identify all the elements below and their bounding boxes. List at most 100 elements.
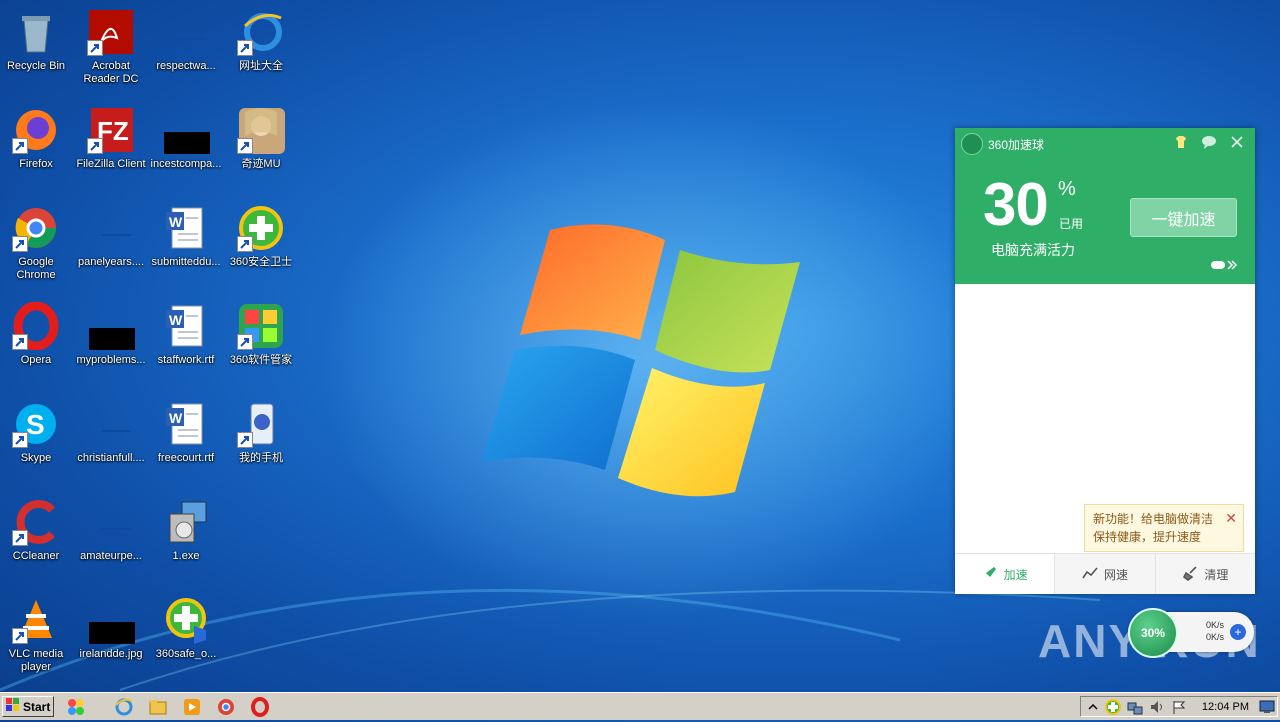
desktop-icon-amateurpe[interactable]: amateurpe... xyxy=(73,494,149,586)
tab-clean[interactable]: 清理 xyxy=(1154,554,1255,594)
tooltip-line-2: 保持健康，提升速度 xyxy=(1093,530,1202,544)
desktop-icon-panelyears[interactable]: panelyears.... xyxy=(73,200,149,292)
shortcut-arrow-icon xyxy=(87,138,103,154)
360-software-manager-icon xyxy=(237,302,285,350)
desktop-icon-filezilla[interactable]: FZ FileZilla Client xyxy=(73,102,149,194)
desktop-icon-1exe[interactable]: 1.exe xyxy=(148,494,224,586)
desktop-icon-incestcompa[interactable]: incestcompa... xyxy=(148,102,224,194)
desktop-icon-respectwa[interactable]: respectwa... xyxy=(148,4,224,96)
tab-network-speed[interactable]: 网速 xyxy=(1054,554,1155,594)
tab-boost[interactable]: 加速 xyxy=(955,554,1055,594)
shortcut-arrow-icon xyxy=(12,334,28,350)
chrome-taskbar-icon[interactable] xyxy=(216,697,236,717)
desktop-icon-acrobat[interactable]: Acrobat Reader DC xyxy=(73,4,149,96)
shortcut-arrow-icon xyxy=(12,236,28,252)
close-icon[interactable] xyxy=(1229,134,1245,150)
icon-label: CCleaner xyxy=(12,550,60,562)
recycle-bin-icon xyxy=(12,8,60,56)
windows-logo-icon xyxy=(6,698,20,715)
tooltip-line-1: 新功能！给电脑做清洁 xyxy=(1093,512,1214,526)
desktop-icon-360softmgr[interactable]: 360软件管家 xyxy=(223,298,299,390)
file-icon xyxy=(87,302,135,350)
message-icon[interactable] xyxy=(1201,134,1217,150)
icon-label: submitteddu... xyxy=(151,256,221,268)
shortcut-arrow-icon xyxy=(237,236,253,252)
desktop-icon-recycle-bin[interactable]: Recycle Bin xyxy=(0,4,74,96)
taskbar: Start 12:04 PM xyxy=(0,692,1280,720)
desktop-icon-skype[interactable]: S Skype xyxy=(0,396,74,488)
desktop-icon-myproblems[interactable]: myproblems... xyxy=(73,298,149,390)
game-mode-icon[interactable] xyxy=(1210,258,1238,274)
icon-label: Opera xyxy=(20,354,52,366)
media-player-taskbar-icon[interactable] xyxy=(182,697,202,717)
ie-taskbar-icon[interactable] xyxy=(114,697,134,717)
desktop-icon-christianfull[interactable]: christianfull.... xyxy=(73,396,149,488)
desktop-icon-vlc[interactable]: VLC media player xyxy=(0,592,74,684)
file-icon xyxy=(162,8,210,56)
360-taskbar-icon[interactable] xyxy=(66,697,86,717)
shortcut-arrow-icon xyxy=(237,138,253,154)
desktop-icon-chrome[interactable]: Google Chrome xyxy=(0,200,74,292)
desktop-icon-myphone[interactable]: 我的手机 xyxy=(223,396,299,488)
word-doc-icon: W xyxy=(162,302,210,350)
one-click-boost-button[interactable]: 一键加速 xyxy=(1130,198,1237,237)
tooltip-close-icon[interactable]: ✕ xyxy=(1225,509,1237,527)
speed-ball[interactable]: 30% xyxy=(1128,608,1178,658)
action-center-flag-icon[interactable] xyxy=(1171,699,1187,715)
filezilla-icon: FZ xyxy=(87,106,135,154)
shortcut-arrow-icon xyxy=(237,432,253,448)
icon-label: Acrobat Reader DC xyxy=(83,60,139,85)
volume-icon[interactable] xyxy=(1149,699,1165,715)
desktop-icon-wangzhi[interactable]: 网址大全 xyxy=(223,4,299,96)
desktop-icon-360safe-installer[interactable]: 360safe_o... xyxy=(148,592,224,684)
icon-label: panelyears.... xyxy=(77,256,145,268)
net-speed: 0K/s 0K/s xyxy=(1206,619,1224,643)
360-safe-icon xyxy=(237,204,285,252)
network-icon[interactable] xyxy=(1127,699,1143,715)
ie-icon xyxy=(237,8,285,56)
file-icon xyxy=(87,204,135,252)
show-hidden-icons-icon[interactable] xyxy=(1085,699,1101,715)
desktop-icon-submitteddu[interactable]: W submitteddu... xyxy=(148,200,224,292)
panel-tabs: 加速 网速 清理 xyxy=(955,553,1255,594)
opera-taskbar-icon[interactable] xyxy=(250,697,270,717)
icon-label: 奇迹MU xyxy=(241,158,281,170)
shortcut-arrow-icon xyxy=(12,530,28,546)
new-feature-tooltip: 新功能！给电脑做清洁 保持健康，提升速度 ✕ xyxy=(1084,504,1244,552)
firefox-icon xyxy=(12,106,60,154)
image-file-icon xyxy=(87,596,135,644)
explorer-taskbar-icon[interactable] xyxy=(148,697,168,717)
user-avatar[interactable] xyxy=(961,133,983,155)
desktop-icon-freecourt[interactable]: W freecourt.rtf xyxy=(148,396,224,488)
desktop-icon-firefox[interactable]: Firefox xyxy=(0,102,74,194)
360-tray-icon[interactable] xyxy=(1105,699,1121,715)
desktop-icon-staffwork[interactable]: W staffwork.rtf xyxy=(148,298,224,390)
desktop-icon-360safe[interactable]: 360安全卫士 xyxy=(223,200,299,292)
svg-text:W: W xyxy=(169,214,183,230)
speed-ball-widget[interactable]: 30% 0K/s 0K/s + xyxy=(1128,608,1254,658)
shortcut-arrow-icon xyxy=(12,138,28,154)
skin-icon[interactable] xyxy=(1173,134,1189,150)
icon-label: Skype xyxy=(20,452,52,464)
start-button[interactable]: Start xyxy=(2,696,54,717)
icon-label: myproblems... xyxy=(76,354,146,366)
icon-label: Google Chrome xyxy=(16,256,56,281)
tab-network-label: 网速 xyxy=(1103,567,1128,582)
desktop-icon-ccleaner[interactable]: CCleaner xyxy=(0,494,74,586)
desktop-icon-irelandde[interactable]: irelandde.jpg xyxy=(73,592,149,684)
icon-label: 1.exe xyxy=(172,550,200,562)
icon-label: staffwork.rtf xyxy=(157,354,215,366)
shortcut-arrow-icon xyxy=(237,334,253,350)
start-label: Start xyxy=(23,699,51,714)
desktop-icon-mu[interactable]: 奇迹MU xyxy=(223,102,299,194)
status-subtitle: 电脑充满活力 xyxy=(991,242,1075,258)
clock[interactable]: 12:04 PM xyxy=(1202,701,1249,713)
show-desktop-icon[interactable] xyxy=(1259,699,1275,715)
tab-clean-label: 清理 xyxy=(1204,567,1229,582)
icon-label: freecourt.rtf xyxy=(157,452,215,464)
icon-label: Firefox xyxy=(19,158,53,170)
upload-speed: 0K/s xyxy=(1206,620,1225,630)
desktop-icon-opera[interactable]: Opera xyxy=(0,298,74,390)
plus-icon[interactable]: + xyxy=(1230,624,1246,640)
shortcut-arrow-icon xyxy=(87,40,103,56)
